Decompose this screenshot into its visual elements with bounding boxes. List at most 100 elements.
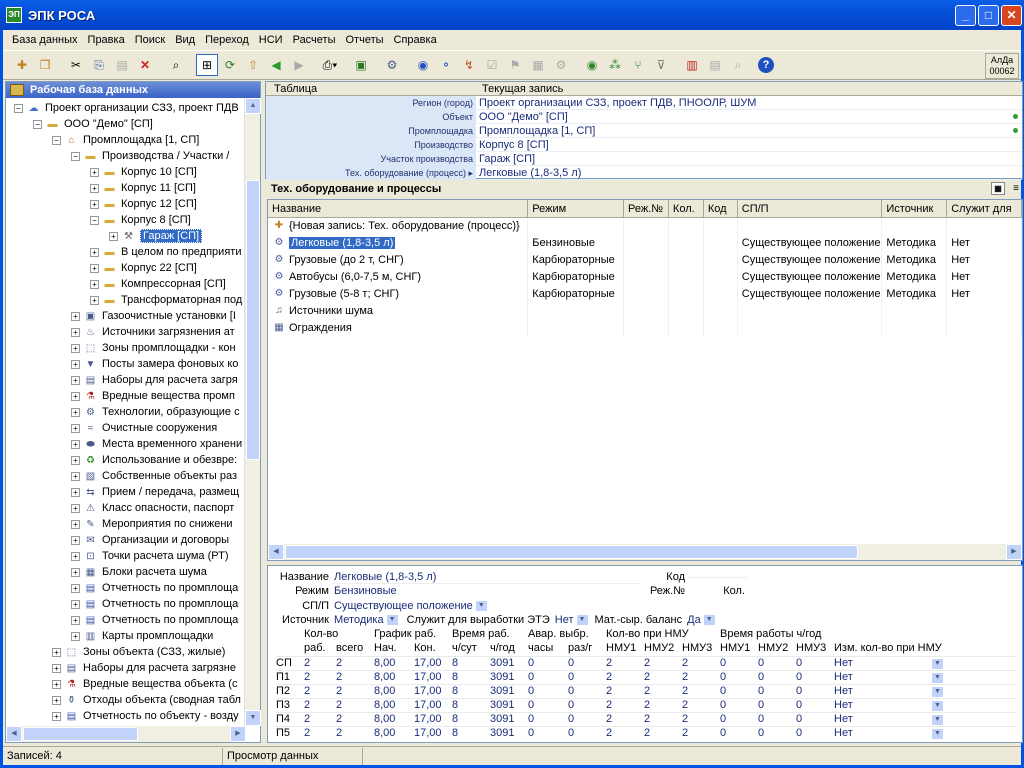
schedule-cell[interactable]: 0	[792, 713, 830, 726]
nmu-dropdown-icon[interactable]: ▼	[931, 714, 944, 726]
maximize-button[interactable]: □	[978, 5, 999, 26]
tree-node[interactable]: + ⊡ Точки расчета шума (РТ)	[71, 548, 229, 564]
flag-icon[interactable]: ⚑	[504, 54, 526, 76]
grid-column-header[interactable]: Реж.№	[624, 200, 669, 217]
schedule-cell[interactable]: 0	[716, 727, 754, 740]
schedule-cell[interactable]: 3091	[486, 727, 524, 740]
record-row[interactable]: Регион (город) Проект организации СЗЗ, пр…	[266, 95, 1022, 110]
schedule-cell[interactable]: 0	[716, 657, 754, 670]
expand-icon[interactable]: +	[90, 247, 99, 257]
tree-node[interactable]: + ▤ Отчетность по промплоща	[71, 596, 238, 612]
sp-dropdown-icon[interactable]: ▼	[474, 600, 488, 612]
tree-node[interactable]: + ▼ Посты замера фоновых ко	[71, 356, 238, 372]
schedule-cell[interactable]: 2	[640, 685, 678, 698]
balance-dropdown-icon[interactable]: ▼	[702, 614, 716, 626]
tree-node[interactable]: + ▦ Блоки расчета шума	[71, 564, 207, 580]
expand-icon[interactable]: +	[71, 471, 80, 481]
expand-icon[interactable]: +	[52, 711, 61, 721]
back-icon[interactable]: ◀	[265, 54, 287, 76]
menu-edit[interactable]: Правка	[83, 34, 130, 46]
grid-view-icon[interactable]: ▦	[991, 182, 1005, 195]
schedule-cell[interactable]: 2	[300, 713, 332, 726]
expand-icon[interactable]: +	[71, 535, 80, 545]
schedule-cell[interactable]: 8,00	[370, 713, 410, 726]
schedule-cell[interactable]: 8,00	[370, 699, 410, 712]
schedule-cell[interactable]: 2	[300, 657, 332, 670]
tree-node[interactable]: + ▬ Компрессорная [СП]	[90, 276, 226, 292]
schedule-cell[interactable]: 2	[678, 713, 716, 726]
expand-icon[interactable]: +	[52, 679, 61, 689]
ete-select[interactable]: Нет	[553, 614, 574, 626]
menu-database[interactable]: База данных	[7, 34, 83, 46]
schedule-cell[interactable]: 8,00	[370, 685, 410, 698]
schedule-cell[interactable]: 2	[602, 699, 640, 712]
schedule-cell[interactable]: 2	[332, 727, 370, 740]
grid-row[interactable]: ⚙ Грузовые (5-8 т; СНГ) Карбюраторные Сущес…	[268, 285, 1022, 303]
tree-node[interactable]: + ⚗ Вредные вещества объекта (с	[52, 676, 237, 692]
source-select[interactable]: Методика	[332, 614, 384, 626]
tree-node[interactable]: + ▬ Корпус 12 [СП]	[90, 196, 197, 212]
schedule-cell[interactable]: 0	[754, 713, 792, 726]
name-field[interactable]: Легковые (1,8-3,5 л)	[332, 571, 640, 584]
schedule-cell[interactable]: 0	[716, 713, 754, 726]
menu-toggle-icon[interactable]: ≡	[1013, 181, 1019, 197]
schedule-cell[interactable]: 8	[448, 727, 486, 740]
paste-icon[interactable]: ▤	[111, 54, 133, 76]
schedule-row[interactable]: П2 2 2 8,00 17,00 8 3091 0 0 2 2 2 0 0 0 Нет ▼	[276, 684, 1016, 698]
expand-icon[interactable]: +	[71, 615, 80, 625]
expand-icon[interactable]: +	[90, 295, 99, 305]
schedule-row[interactable]: П3 2 2 8,00 17,00 8 3091 0 0 2 2 2 0 0 0 Нет ▼	[276, 698, 1016, 712]
schedule-cell[interactable]: 0	[564, 699, 602, 712]
schedule-cell[interactable]: 2	[678, 671, 716, 684]
menu-search[interactable]: Поиск	[130, 34, 170, 46]
grid-row[interactable]: ♫ Источники шума	[268, 302, 1022, 320]
record-row[interactable]: Объект ООО "Демо" [СП]	[266, 109, 1022, 124]
grid-row[interactable]: ⚙ Легковые (1,8-3,5 л) Бензиновые Существую…	[268, 234, 1022, 252]
schedule-cell[interactable]: 2	[678, 727, 716, 740]
schedule-cell[interactable]: 3091	[486, 685, 524, 698]
schedule-cell[interactable]: 2	[640, 699, 678, 712]
expand-icon[interactable]: +	[90, 167, 99, 177]
schedule-cell[interactable]: 0	[716, 699, 754, 712]
refresh-icon[interactable]: ⟳	[219, 54, 241, 76]
object-tree[interactable]: − ☁ Проект организации СЗЗ, проект ПДВ − ▬ ОО…	[6, 98, 260, 726]
tree-node[interactable]: + ⬚ Зоны промплощадки - кон	[71, 340, 236, 356]
schedule-cell[interactable]: 0	[716, 685, 754, 698]
grid-column-header[interactable]: Кол.	[669, 200, 704, 217]
expand-icon[interactable]: +	[71, 583, 80, 593]
schedule-cell[interactable]: 8,00	[370, 671, 410, 684]
schedule-cell[interactable]: 0	[754, 699, 792, 712]
schedule-cell[interactable]: 2	[640, 671, 678, 684]
schedule-row[interactable]: П1 2 2 8,00 17,00 8 3091 0 0 2 2 2 0 0 0 Нет ▼	[276, 670, 1016, 684]
schedule-cell[interactable]: 2	[678, 657, 716, 670]
schedule-cell[interactable]: 3091	[486, 699, 524, 712]
schedule-cell[interactable]: 0	[792, 657, 830, 670]
title-bar[interactable]: ЭП ЭПК РОСА _ □ ✕	[0, 0, 1024, 30]
tree-node[interactable]: + ⬚ Зоны объекта (СЗЗ, жилые)	[52, 644, 225, 660]
expand-icon[interactable]: +	[71, 391, 80, 401]
tree-node[interactable]: + ♻ Использование и обезвре:	[71, 452, 237, 468]
tree-node[interactable]: + ▣ Газоочистные установки [I	[71, 308, 236, 324]
new-copy-icon[interactable]: ❐	[34, 54, 56, 76]
schedule-cell[interactable]: 0	[564, 685, 602, 698]
schedule-cell[interactable]: 0	[754, 657, 792, 670]
schedule-cell[interactable]: 17,00	[410, 727, 448, 740]
tree-node[interactable]: + ▧ Собственные объекты раз	[71, 468, 237, 484]
schedule-cell[interactable]: 3091	[486, 671, 524, 684]
report-dim-icon[interactable]: ▤	[704, 54, 726, 76]
schedule-cell[interactable]: 2	[332, 699, 370, 712]
window-icon[interactable]: ▣	[350, 54, 372, 76]
expand-icon[interactable]: +	[52, 663, 61, 673]
schedule-cell[interactable]: 8,00	[370, 657, 410, 670]
schedule-cell[interactable]: 2	[602, 713, 640, 726]
delete-icon[interactable]: ✕	[134, 54, 156, 76]
grid-column-header[interactable]: Служит для	[947, 200, 1022, 217]
schedule-cell[interactable]: 0	[524, 671, 564, 684]
tree-node[interactable]: + ⇆ Прием / передача, размещ	[71, 484, 239, 500]
tree-node[interactable]: + ▤ Отчетность по объекту - возду	[52, 708, 239, 724]
preview-dim-icon[interactable]: ⌕	[727, 54, 749, 76]
schedule-cell[interactable]: 0	[792, 727, 830, 740]
schedule-row[interactable]: П5 2 2 8,00 17,00 8 3091 0 0 2 2 2 0 0 0 Нет ▼	[276, 726, 1016, 740]
expand-icon[interactable]: +	[71, 407, 80, 417]
schedule-cell[interactable]: Нет ▼	[830, 727, 946, 740]
